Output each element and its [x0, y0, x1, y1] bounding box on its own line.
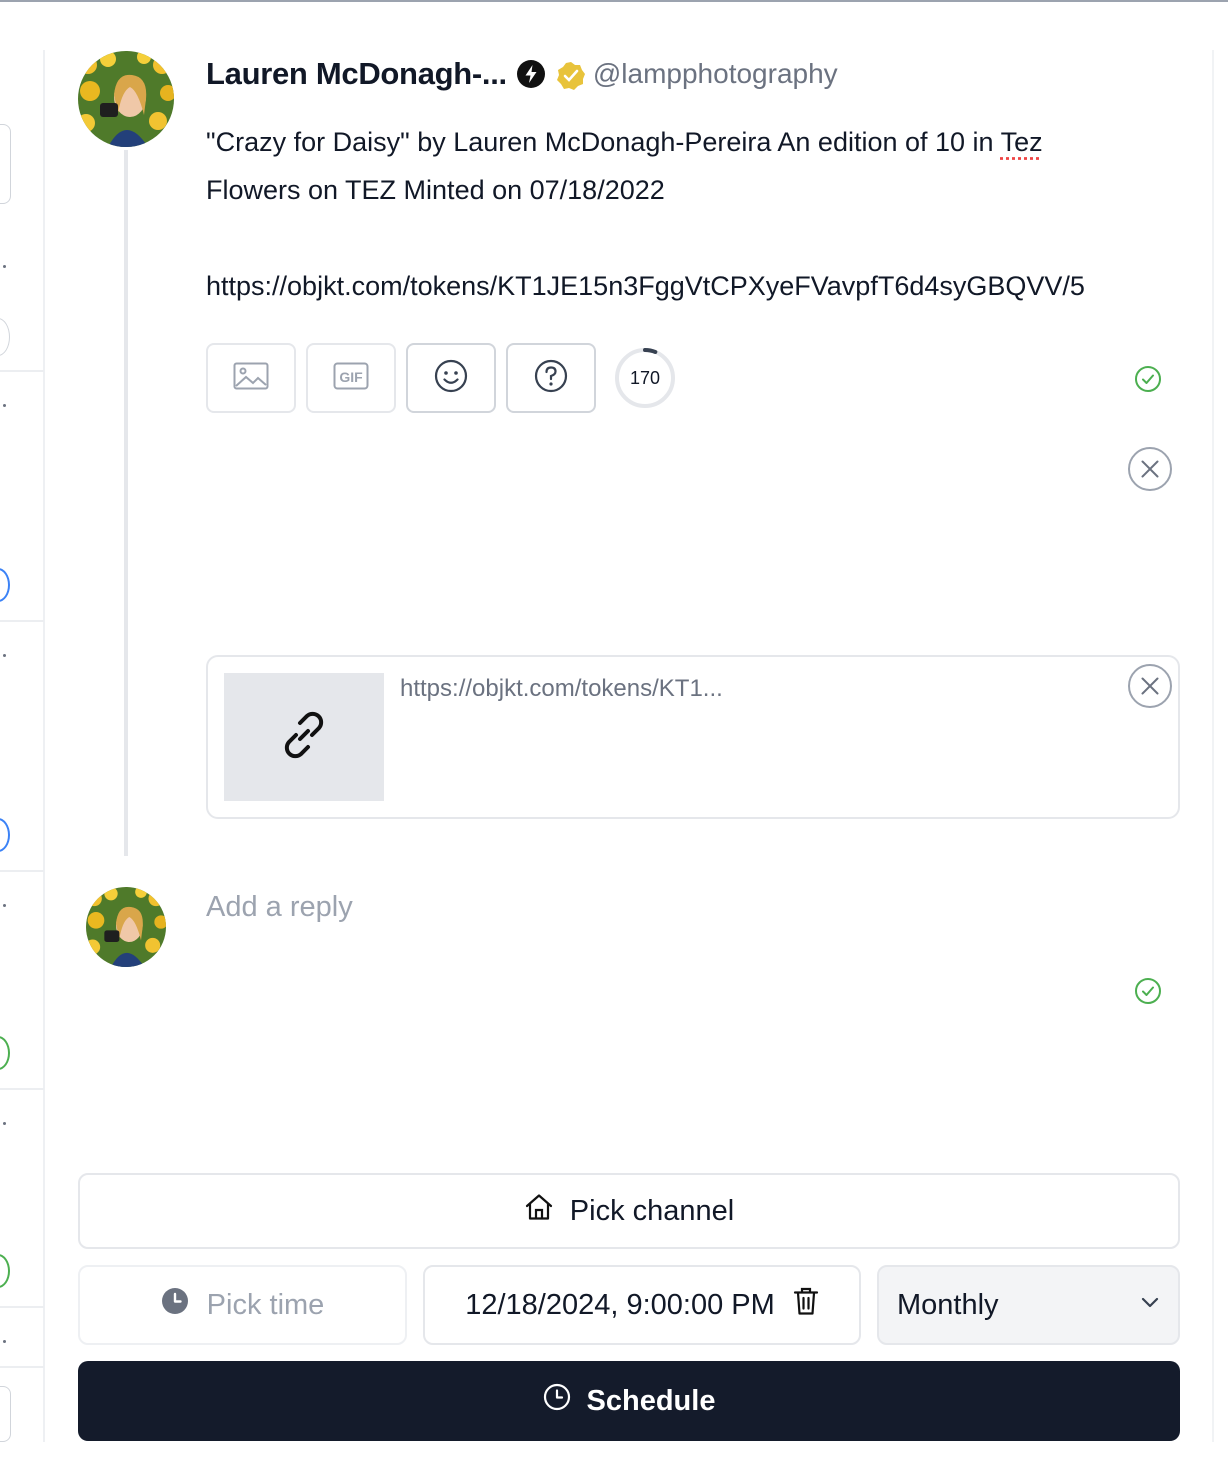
pick-channel-label: Pick channel: [569, 1194, 735, 1227]
post-text-segment: "Crazy for Daisy" by Lauren McDonagh-Per…: [206, 127, 1001, 157]
check-circle-icon: [1134, 365, 1162, 393]
character-counter: 170: [614, 347, 676, 409]
left-divider: [0, 370, 44, 372]
left-preview-column: [0, 50, 46, 1442]
post-text-line: Flowers on TEZ Minted on 07/18/2022: [206, 175, 665, 205]
left-dot: [3, 404, 6, 407]
post-text-url: https://objkt.com/tokens/KT1JE15n3FggVtC…: [206, 271, 1085, 301]
scheduled-datetime-field[interactable]: 12/18/2024, 9:00:00 PM: [423, 1265, 861, 1345]
post-text-line: "Crazy for Daisy" by Lauren McDonagh-Per…: [206, 118, 1176, 166]
post-text-blank-line: [206, 214, 1176, 262]
left-divider: [0, 1366, 44, 1368]
insert-emoji-button[interactable]: [406, 343, 496, 413]
left-card-edge[interactable]: [0, 124, 11, 204]
check-circle-icon: [1134, 977, 1162, 1005]
remove-post-button[interactable]: [1127, 446, 1173, 492]
scheduled-datetime-value: 12/18/2024, 9:00:00 PM: [465, 1288, 775, 1321]
link-icon: [274, 705, 334, 770]
author-handle: @lampphotography: [592, 58, 838, 89]
left-avatar-ring[interactable]: [0, 1036, 10, 1070]
left-dot: [3, 904, 6, 907]
left-dot: [3, 1340, 6, 1343]
reply-avatar: [86, 887, 166, 967]
schedule-label: Schedule: [586, 1384, 716, 1417]
left-dot: [3, 265, 6, 268]
help-button[interactable]: [506, 343, 596, 413]
left-avatar-ring[interactable]: [0, 1254, 10, 1288]
image-icon: [233, 362, 269, 395]
left-dot: [3, 1122, 6, 1125]
repeat-frequency-value: Monthly: [897, 1288, 999, 1321]
insert-image-button[interactable]: [206, 343, 296, 413]
composer-toolbar: GIF 170: [206, 343, 676, 413]
clock-filled-icon: [161, 1287, 189, 1323]
emoji-icon: [434, 359, 468, 398]
remove-link-preview-button[interactable]: [1127, 663, 1173, 709]
svg-text:GIF: GIF: [339, 369, 363, 385]
help-icon: [534, 359, 568, 398]
left-icon-edge[interactable]: [0, 318, 10, 356]
chevron-down-icon: [1138, 1289, 1162, 1322]
pick-time-label: Pick time: [206, 1288, 325, 1321]
author-name[interactable]: Lauren McDonagh-...: [206, 56, 507, 92]
left-avatar-ring[interactable]: [0, 568, 10, 602]
schedule-button[interactable]: Schedule: [78, 1361, 1180, 1441]
gif-icon: GIF: [333, 362, 369, 395]
link-preview-url[interactable]: https://objkt.com/tokens/KT1...: [400, 675, 723, 703]
left-card-edge[interactable]: [0, 1386, 11, 1442]
right-edge-divider: [1212, 50, 1214, 1442]
insert-gif-button[interactable]: GIF: [306, 343, 396, 413]
left-avatar-ring[interactable]: [0, 818, 10, 852]
thread-connector-line: [124, 150, 128, 856]
spellcheck-flagged-word: Tez: [1000, 127, 1043, 157]
link-preview-card[interactable]: https://objkt.com/tokens/KT1...: [206, 655, 1180, 819]
pick-time-button[interactable]: Pick time: [78, 1265, 407, 1345]
left-divider: [0, 1088, 44, 1090]
verified-badge-icon: [555, 60, 585, 90]
post-header: Lauren McDonagh-... @lampphotography: [206, 54, 838, 94]
reply-input[interactable]: Add a reply: [206, 891, 353, 924]
left-dot: [3, 654, 6, 657]
left-divider: [0, 1306, 44, 1308]
link-preview-thumbnail: [224, 673, 384, 801]
clock-icon: [543, 1383, 571, 1419]
left-divider: [0, 870, 44, 872]
window-top-border: [0, 0, 1228, 2]
repeat-frequency-select[interactable]: Monthly: [877, 1265, 1180, 1345]
left-divider: [0, 620, 44, 622]
character-counter-value: 170: [629, 367, 661, 388]
lightning-badge-icon: [516, 60, 545, 88]
home-icon: [524, 1192, 554, 1230]
column-divider: [43, 50, 45, 1442]
avatar: [78, 51, 174, 147]
pick-channel-button[interactable]: Pick channel: [78, 1173, 1180, 1249]
post-text-editor[interactable]: "Crazy for Daisy" by Lauren McDonagh-Per…: [206, 118, 1176, 310]
trash-icon[interactable]: [793, 1286, 819, 1324]
